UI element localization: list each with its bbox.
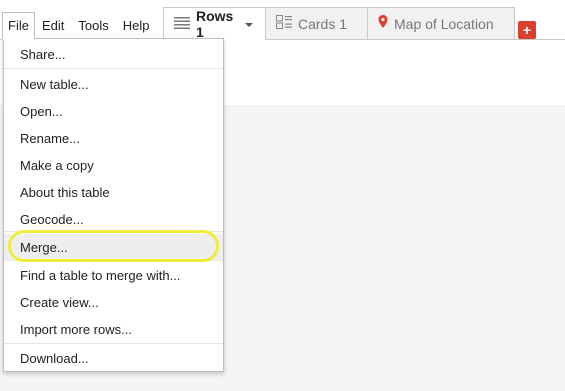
menu-edit[interactable]: Edit bbox=[35, 12, 71, 40]
menu-item-share[interactable]: Share... bbox=[4, 41, 223, 68]
menu-item-import-more-rows[interactable]: Import more rows... bbox=[4, 316, 223, 343]
menu-help[interactable]: Help bbox=[116, 12, 157, 40]
menu-item-about-table[interactable]: About this table bbox=[4, 179, 223, 206]
menu-separator bbox=[4, 68, 223, 69]
menu-item-geocode[interactable]: Geocode... bbox=[4, 206, 223, 233]
menu-file[interactable]: File bbox=[2, 12, 35, 40]
menu-item-find-table-to-merge[interactable]: Find a table to merge with... bbox=[4, 262, 223, 289]
tab-cards[interactable]: Cards 1 bbox=[265, 7, 368, 40]
menu-separator bbox=[4, 231, 223, 232]
menu-item-rename[interactable]: Rename... bbox=[4, 125, 223, 152]
menu-item-new-table[interactable]: New table... bbox=[4, 71, 223, 98]
view-tab-strip: Rows 1 Cards 1 Map of Location bbox=[163, 7, 515, 40]
menu-item-make-copy[interactable]: Make a copy bbox=[4, 152, 223, 179]
tab-map-label: Map of Location bbox=[394, 15, 494, 32]
app-screen: File Edit Tools Help Rows 1 Cards 1 Map … bbox=[0, 0, 565, 391]
menu-item-merge[interactable]: Merge... bbox=[4, 234, 223, 261]
map-pin-icon bbox=[378, 15, 388, 32]
menu-tools[interactable]: Tools bbox=[71, 12, 115, 40]
add-tab-button[interactable]: + bbox=[518, 21, 536, 39]
menu-item-download[interactable]: Download... bbox=[4, 345, 223, 372]
cards-icon bbox=[276, 15, 292, 32]
menu-separator bbox=[4, 343, 223, 344]
tab-cards-label: Cards 1 bbox=[298, 15, 348, 32]
tab-map[interactable]: Map of Location bbox=[367, 7, 515, 40]
tab-rows[interactable]: Rows 1 bbox=[163, 7, 266, 40]
rows-icon bbox=[174, 16, 190, 32]
tab-rows-label: Rows 1 bbox=[196, 7, 234, 40]
chevron-down-icon[interactable] bbox=[245, 22, 253, 27]
file-menu-dropdown: Share... New table... Open... Rename... … bbox=[3, 38, 224, 372]
menu-item-open[interactable]: Open... bbox=[4, 98, 223, 125]
menu-bar: File Edit Tools Help bbox=[0, 12, 156, 40]
menu-item-create-view[interactable]: Create view... bbox=[4, 289, 223, 316]
